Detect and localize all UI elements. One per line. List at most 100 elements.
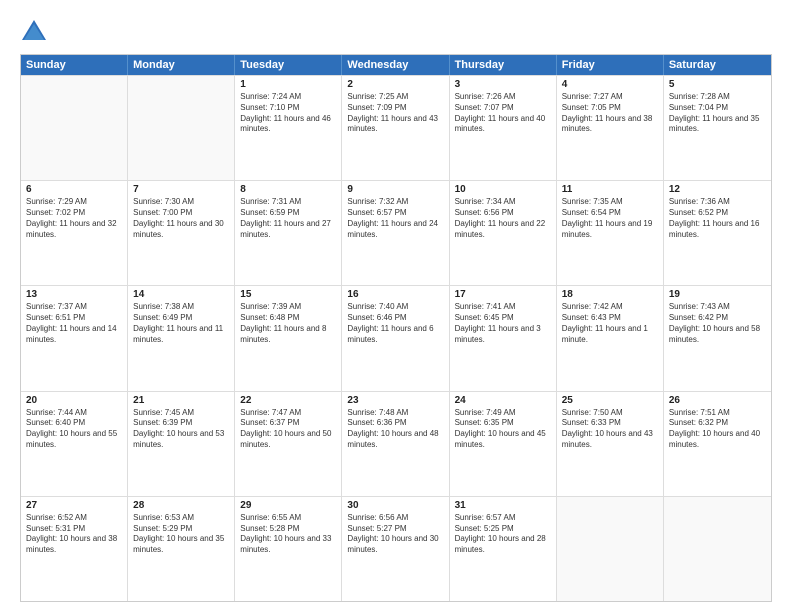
- day-number: 17: [455, 289, 551, 300]
- cell-info: Sunrise: 6:55 AM Sunset: 5:28 PM Dayligh…: [240, 513, 336, 556]
- day-number: 9: [347, 184, 443, 195]
- cell-info: Sunrise: 6:52 AM Sunset: 5:31 PM Dayligh…: [26, 513, 122, 556]
- week-row-3: 13 Sunrise: 7:37 AM Sunset: 6:51 PM Dayli…: [21, 285, 771, 390]
- cal-cell: 17 Sunrise: 7:41 AM Sunset: 6:45 PM Dayli…: [450, 286, 557, 390]
- cal-cell: 13 Sunrise: 7:37 AM Sunset: 6:51 PM Dayli…: [21, 286, 128, 390]
- cal-cell: 30 Sunrise: 6:56 AM Sunset: 5:27 PM Dayli…: [342, 497, 449, 601]
- day-number: 11: [562, 184, 658, 195]
- cal-cell: 31 Sunrise: 6:57 AM Sunset: 5:25 PM Dayli…: [450, 497, 557, 601]
- cell-info: Sunrise: 7:42 AM Sunset: 6:43 PM Dayligh…: [562, 302, 658, 345]
- cell-info: Sunrise: 7:43 AM Sunset: 6:42 PM Dayligh…: [669, 302, 766, 345]
- day-number: 16: [347, 289, 443, 300]
- cell-info: Sunrise: 7:50 AM Sunset: 6:33 PM Dayligh…: [562, 408, 658, 451]
- day-number: 5: [669, 79, 766, 90]
- cal-cell: 5 Sunrise: 7:28 AM Sunset: 7:04 PM Daylig…: [664, 76, 771, 180]
- cell-info: Sunrise: 7:30 AM Sunset: 7:00 PM Dayligh…: [133, 197, 229, 240]
- cal-cell: 24 Sunrise: 7:49 AM Sunset: 6:35 PM Dayli…: [450, 392, 557, 496]
- cal-cell: 15 Sunrise: 7:39 AM Sunset: 6:48 PM Dayli…: [235, 286, 342, 390]
- day-number: 21: [133, 395, 229, 406]
- calendar-header: SundayMondayTuesdayWednesdayThursdayFrid…: [21, 55, 771, 75]
- day-number: 30: [347, 500, 443, 511]
- cell-info: Sunrise: 6:56 AM Sunset: 5:27 PM Dayligh…: [347, 513, 443, 556]
- page: SundayMondayTuesdayWednesdayThursdayFrid…: [0, 0, 792, 612]
- cell-info: Sunrise: 7:31 AM Sunset: 6:59 PM Dayligh…: [240, 197, 336, 240]
- cell-info: Sunrise: 7:35 AM Sunset: 6:54 PM Dayligh…: [562, 197, 658, 240]
- day-number: 12: [669, 184, 766, 195]
- cal-cell: 6 Sunrise: 7:29 AM Sunset: 7:02 PM Daylig…: [21, 181, 128, 285]
- cal-cell: 7Sunrise: 7:30 AM Sunset: 7:00 PM Daylig…: [128, 181, 235, 285]
- day-number: 24: [455, 395, 551, 406]
- cell-info: Sunrise: 7:47 AM Sunset: 6:37 PM Dayligh…: [240, 408, 336, 451]
- cal-cell: 21 Sunrise: 7:45 AM Sunset: 6:39 PM Dayli…: [128, 392, 235, 496]
- day-number: 14: [133, 289, 229, 300]
- day-number: 18: [562, 289, 658, 300]
- cal-cell: [557, 497, 664, 601]
- cal-cell: 18 Sunrise: 7:42 AM Sunset: 6:43 PM Dayli…: [557, 286, 664, 390]
- day-number: 6: [26, 184, 122, 195]
- day-number: 22: [240, 395, 336, 406]
- day-number: 31: [455, 500, 551, 511]
- week-row-4: 20 Sunrise: 7:44 AM Sunset: 6:40 PM Dayli…: [21, 391, 771, 496]
- cell-info: Sunrise: 7:48 AM Sunset: 6:36 PM Dayligh…: [347, 408, 443, 451]
- cell-info: Sunrise: 7:39 AM Sunset: 6:48 PM Dayligh…: [240, 302, 336, 345]
- cal-cell: [21, 76, 128, 180]
- cell-info: Sunrise: 7:36 AM Sunset: 6:52 PM Dayligh…: [669, 197, 766, 240]
- header-day-tuesday: Tuesday: [235, 55, 342, 75]
- cell-info: Sunrise: 7:32 AM Sunset: 6:57 PM Dayligh…: [347, 197, 443, 240]
- cell-info: Sunrise: 7:27 AM Sunset: 7:05 PM Dayligh…: [562, 92, 658, 135]
- header-day-saturday: Saturday: [664, 55, 771, 75]
- cell-info: Sunrise: 7:24 AM Sunset: 7:10 PM Dayligh…: [240, 92, 336, 135]
- cal-cell: 3 Sunrise: 7:26 AM Sunset: 7:07 PM Daylig…: [450, 76, 557, 180]
- day-number: 25: [562, 395, 658, 406]
- cell-info: Sunrise: 7:28 AM Sunset: 7:04 PM Dayligh…: [669, 92, 766, 135]
- day-number: 23: [347, 395, 443, 406]
- day-number: 15: [240, 289, 336, 300]
- cell-info: Sunrise: 7:25 AM Sunset: 7:09 PM Dayligh…: [347, 92, 443, 135]
- day-number: 20: [26, 395, 122, 406]
- week-row-5: 27 Sunrise: 6:52 AM Sunset: 5:31 PM Dayli…: [21, 496, 771, 601]
- cell-info: Sunrise: 7:40 AM Sunset: 6:46 PM Dayligh…: [347, 302, 443, 345]
- header-day-thursday: Thursday: [450, 55, 557, 75]
- day-number: 13: [26, 289, 122, 300]
- cell-info: Sunrise: 7:49 AM Sunset: 6:35 PM Dayligh…: [455, 408, 551, 451]
- cal-cell: [128, 76, 235, 180]
- week-row-1: 1 Sunrise: 7:24 AM Sunset: 7:10 PM Daylig…: [21, 75, 771, 180]
- cal-cell: 9 Sunrise: 7:32 AM Sunset: 6:57 PM Daylig…: [342, 181, 449, 285]
- day-number: 8: [240, 184, 336, 195]
- day-number: 26: [669, 395, 766, 406]
- logo-icon: [20, 18, 48, 46]
- cell-info: Sunrise: 6:53 AM Sunset: 5:29 PM Dayligh…: [133, 513, 229, 556]
- calendar: SundayMondayTuesdayWednesdayThursdayFrid…: [20, 54, 772, 602]
- header-day-monday: Monday: [128, 55, 235, 75]
- cal-cell: 14 Sunrise: 7:38 AM Sunset: 6:49 PM Dayli…: [128, 286, 235, 390]
- header-day-sunday: Sunday: [21, 55, 128, 75]
- cal-cell: 4Sunrise: 7:27 AM Sunset: 7:05 PM Daylig…: [557, 76, 664, 180]
- cell-info: Sunrise: 7:26 AM Sunset: 7:07 PM Dayligh…: [455, 92, 551, 135]
- logo: [20, 18, 52, 46]
- cell-info: Sunrise: 7:37 AM Sunset: 6:51 PM Dayligh…: [26, 302, 122, 345]
- day-number: 3: [455, 79, 551, 90]
- cal-cell: 2Sunrise: 7:25 AM Sunset: 7:09 PM Daylig…: [342, 76, 449, 180]
- day-number: 19: [669, 289, 766, 300]
- cell-info: Sunrise: 7:45 AM Sunset: 6:39 PM Dayligh…: [133, 408, 229, 451]
- cell-info: Sunrise: 6:57 AM Sunset: 5:25 PM Dayligh…: [455, 513, 551, 556]
- cal-cell: 28Sunrise: 6:53 AM Sunset: 5:29 PM Dayli…: [128, 497, 235, 601]
- cell-info: Sunrise: 7:34 AM Sunset: 6:56 PM Dayligh…: [455, 197, 551, 240]
- cell-info: Sunrise: 7:41 AM Sunset: 6:45 PM Dayligh…: [455, 302, 551, 345]
- header: [20, 18, 772, 46]
- calendar-body: 1 Sunrise: 7:24 AM Sunset: 7:10 PM Daylig…: [21, 75, 771, 601]
- cell-info: Sunrise: 7:38 AM Sunset: 6:49 PM Dayligh…: [133, 302, 229, 345]
- cal-cell: 26Sunrise: 7:51 AM Sunset: 6:32 PM Dayli…: [664, 392, 771, 496]
- cal-cell: 10 Sunrise: 7:34 AM Sunset: 6:56 PM Dayli…: [450, 181, 557, 285]
- cal-cell: 25 Sunrise: 7:50 AM Sunset: 6:33 PM Dayli…: [557, 392, 664, 496]
- cal-cell: 29Sunrise: 6:55 AM Sunset: 5:28 PM Dayli…: [235, 497, 342, 601]
- cal-cell: 22 Sunrise: 7:47 AM Sunset: 6:37 PM Dayli…: [235, 392, 342, 496]
- cal-cell: 20 Sunrise: 7:44 AM Sunset: 6:40 PM Dayli…: [21, 392, 128, 496]
- cell-info: Sunrise: 7:44 AM Sunset: 6:40 PM Dayligh…: [26, 408, 122, 451]
- day-number: 27: [26, 500, 122, 511]
- cal-cell: 23 Sunrise: 7:48 AM Sunset: 6:36 PM Dayli…: [342, 392, 449, 496]
- day-number: 10: [455, 184, 551, 195]
- header-day-friday: Friday: [557, 55, 664, 75]
- day-number: 1: [240, 79, 336, 90]
- cell-info: Sunrise: 7:29 AM Sunset: 7:02 PM Dayligh…: [26, 197, 122, 240]
